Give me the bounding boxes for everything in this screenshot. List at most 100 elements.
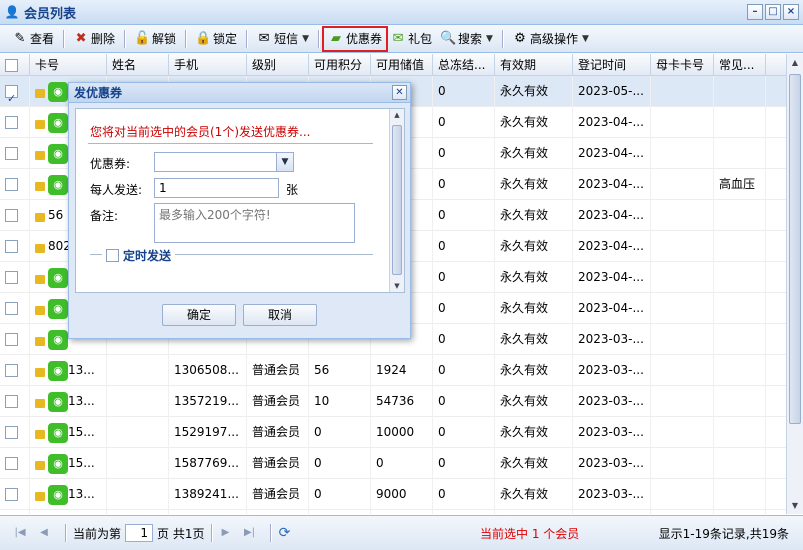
next-page-icon[interactable]: ▶: [217, 525, 233, 541]
minimize-icon[interactable]: –: [747, 4, 763, 20]
col-header-regtime[interactable]: 登记时间: [573, 54, 651, 76]
ok-button[interactable]: 确定: [162, 304, 236, 326]
row-checkbox-cell[interactable]: [0, 293, 30, 324]
row-checkbox[interactable]: [5, 395, 18, 408]
chevron-down-icon[interactable]: ▼: [276, 153, 293, 171]
row-checkbox-cell[interactable]: [0, 138, 30, 169]
row-checkbox[interactable]: [5, 83, 18, 107]
cell-expiry: 永久有效: [495, 262, 573, 293]
row-checkbox[interactable]: [5, 271, 18, 284]
close-icon[interactable]: ×: [783, 4, 799, 20]
gift-button[interactable]: ✉ 礼包: [386, 28, 436, 50]
table-row[interactable]: ◉ 15... 1587769... 普通会员 0 0 0 永久有效 2023-03-...: [0, 448, 786, 479]
col-header-expiry[interactable]: 有效期: [495, 54, 573, 76]
col-header-phone[interactable]: 手机: [169, 54, 247, 76]
col-header-parent[interactable]: 母卡卡号: [651, 54, 714, 76]
wechat-icon: ◉: [48, 112, 68, 133]
table-row[interactable]: ◉ 13... 1389241... 普通会员 0 9000 0 永久有效 2023-03-..…: [0, 479, 786, 510]
delete-label: 删除: [91, 32, 116, 46]
scroll-down-icon[interactable]: ▼: [392, 282, 402, 290]
dialog-titlebar[interactable]: 发优惠券 ✕: [69, 83, 410, 103]
cell-name: [107, 386, 169, 417]
select-all-cell[interactable]: [0, 54, 30, 76]
table-row[interactable]: ◉ 13... 1306508... 普通会员 56 1924 0 永久有效 2023-03-.…: [0, 355, 786, 386]
timed-send-label: 定时发送: [123, 249, 172, 263]
unit-label: 张: [286, 183, 299, 197]
row-checkbox-cell[interactable]: [0, 324, 30, 355]
row-checkbox[interactable]: [5, 178, 18, 191]
scroll-up-icon[interactable]: ▲: [790, 58, 800, 67]
row-checkbox-cell[interactable]: [0, 231, 30, 262]
unlock-button[interactable]: 🔓 解锁: [130, 28, 180, 50]
row-checkbox[interactable]: [5, 488, 18, 501]
maximize-icon[interactable]: □: [765, 4, 781, 20]
table-row[interactable]: ◉ 13... 1357219... 普通会员 10 54736 0 永久有效 2023-03-…: [0, 386, 786, 417]
row-checkbox[interactable]: [5, 147, 18, 160]
col-header-common[interactable]: 常见...: [714, 54, 766, 76]
wechat-icon: ◉: [48, 143, 68, 164]
coupon-select[interactable]: ▼: [154, 152, 294, 172]
row-checkbox-cell[interactable]: [0, 200, 30, 231]
page-number-input[interactable]: [125, 524, 154, 542]
timed-send-checkbox[interactable]: [106, 249, 119, 262]
timed-send-legend[interactable]: 定时发送: [102, 247, 176, 264]
cancel-button[interactable]: 取消: [243, 304, 317, 326]
lock-button[interactable]: 🔒 锁定: [191, 28, 241, 50]
col-header-frozen[interactable]: 总冻结...: [433, 54, 495, 76]
last-page-icon[interactable]: ▶|: [241, 525, 257, 541]
send-coupon-dialog: 发优惠券 ✕ 您将对当前选中的会员(1个)发送优惠券... 优惠券: ▼ 每人发…: [68, 82, 411, 339]
col-header-name[interactable]: 姓名: [107, 54, 169, 76]
scroll-down-icon[interactable]: ▼: [790, 501, 800, 510]
row-checkbox-cell[interactable]: [0, 76, 30, 107]
per-member-input[interactable]: [154, 178, 279, 198]
refresh-icon[interactable]: ⟳: [276, 525, 292, 541]
row-checkbox-cell[interactable]: [0, 479, 30, 510]
row-checkbox[interactable]: [5, 457, 18, 470]
cell-parent: [651, 324, 714, 355]
coupon-button[interactable]: ▰ 优惠券: [321, 25, 389, 52]
row-checkbox-cell[interactable]: [0, 510, 30, 514]
delete-button[interactable]: ✖ 删除: [69, 28, 119, 50]
advanced-button[interactable]: ⚙ 高级操作 ▼: [508, 28, 593, 50]
record-info: 显示1-19条记录,共19条: [658, 527, 789, 541]
row-checkbox-cell[interactable]: [0, 386, 30, 417]
row-checkbox[interactable]: [5, 240, 18, 253]
search-button[interactable]: 🔍 搜索 ▼: [436, 28, 497, 50]
row-checkbox[interactable]: [5, 364, 18, 377]
col-header-card[interactable]: 卡号: [30, 54, 107, 76]
table-row[interactable]: ◉1870070...普通会员090000永久有效2023-03-...: [0, 510, 786, 514]
row-checkbox-cell[interactable]: [0, 417, 30, 448]
select-all-checkbox[interactable]: [5, 59, 18, 72]
col-header-points[interactable]: 可用积分: [309, 54, 371, 76]
row-checkbox-cell[interactable]: [0, 169, 30, 200]
row-checkbox-cell[interactable]: [0, 107, 30, 138]
sms-button[interactable]: ✉ 短信 ▼: [252, 28, 313, 50]
view-button[interactable]: ✎ 查看: [8, 28, 58, 50]
card-value: 13...: [68, 487, 95, 501]
grid-scrollbar[interactable]: ▲ ▼: [786, 54, 803, 514]
col-header-balance[interactable]: 可用储值: [371, 54, 433, 76]
row-checkbox-cell[interactable]: [0, 262, 30, 293]
row-checkbox[interactable]: [5, 209, 18, 222]
wechat-icon: ◉: [48, 329, 68, 350]
row-checkbox[interactable]: [5, 333, 18, 346]
dialog-scrollbar[interactable]: ▲ ▼: [389, 109, 404, 292]
window-titlebar: 👤 会员列表 – □ ×: [0, 0, 803, 25]
dialog-close-icon[interactable]: ✕: [392, 85, 407, 100]
first-page-icon[interactable]: |◀: [12, 525, 28, 541]
dialog-scroll-thumb[interactable]: [392, 125, 402, 275]
col-header-level[interactable]: 级别: [247, 54, 309, 76]
row-checkbox[interactable]: [5, 116, 18, 129]
row-checkbox-cell[interactable]: [0, 448, 30, 479]
scroll-up-icon[interactable]: ▲: [392, 111, 402, 119]
frozen-value: 0: [438, 394, 446, 408]
prev-page-icon[interactable]: ◀: [36, 525, 52, 541]
scroll-thumb[interactable]: [789, 74, 801, 424]
table-row[interactable]: ◉ 15... 1529197... 普通会员 0 10000 0 永久有效 2023-03-.…: [0, 417, 786, 448]
row-checkbox[interactable]: [5, 426, 18, 439]
cell-points: 0: [309, 479, 371, 510]
window-controls: – □ ×: [747, 4, 799, 20]
remark-textarea[interactable]: [154, 203, 355, 243]
row-checkbox[interactable]: [5, 302, 18, 315]
row-checkbox-cell[interactable]: [0, 355, 30, 386]
